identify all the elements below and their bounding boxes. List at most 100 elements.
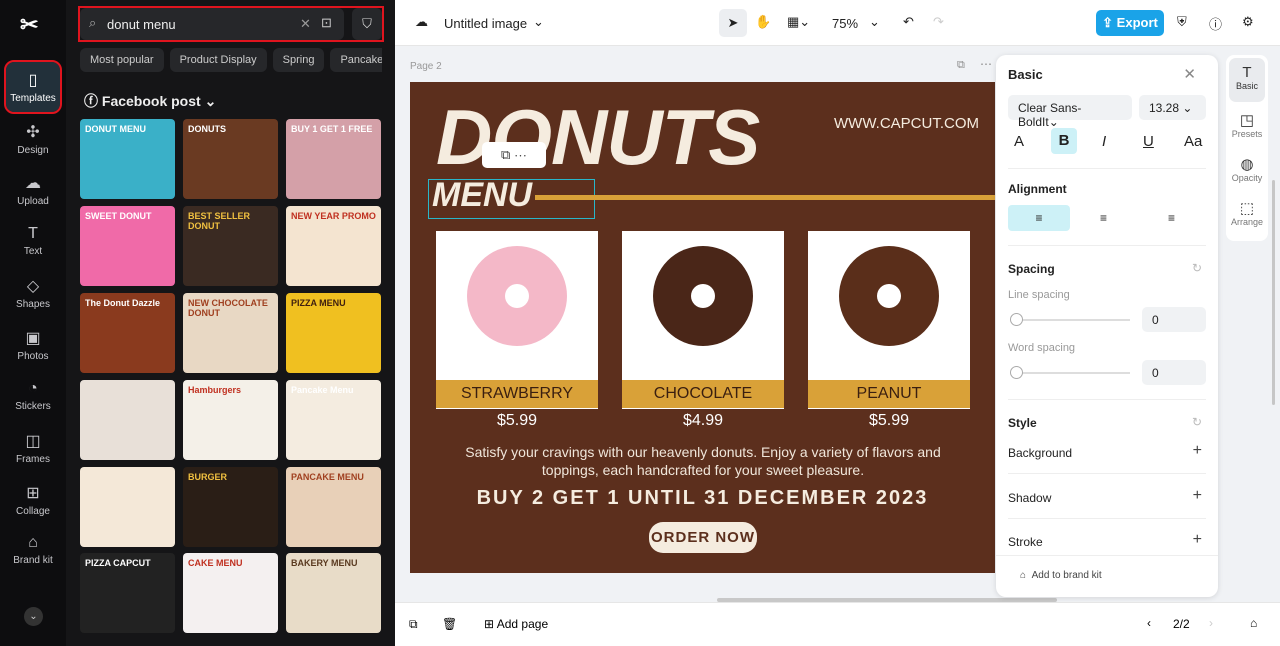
prev-page-icon[interactable]: ‹ [1147, 616, 1151, 630]
template-thumbnail[interactable]: NEW CHOCOLATE DONUT [183, 293, 278, 373]
section-dropdown[interactable]: ⓕ Facebook post ⌄ [84, 91, 216, 111]
document-title[interactable]: Untitled image [444, 16, 527, 31]
shield-icon[interactable]: ⛨ [1177, 14, 1187, 30]
website[interactable]: WWW.CAPCUT.COM [834, 115, 979, 132]
rail-frames[interactable]: ◫ Frames [6, 431, 60, 465]
bold-icon[interactable]: B [1051, 128, 1077, 154]
vertical-scrollbar[interactable] [1272, 180, 1275, 405]
add-shadow-icon[interactable]: + [1193, 487, 1202, 505]
undo-icon[interactable]: ↶ [903, 14, 914, 30]
page-more-icon[interactable]: ⋯ [980, 57, 992, 71]
italic-icon[interactable]: I [1102, 133, 1106, 150]
rail-shapes[interactable]: ◇ Shapes [6, 276, 60, 310]
template-thumbnail[interactable]: PANCAKE MENU [286, 467, 381, 547]
align-center-icon[interactable]: ≡ [1100, 211, 1107, 225]
add-page-button[interactable]: ⊞ Add page [484, 617, 548, 631]
word-spacing-slider[interactable] [1010, 366, 1130, 379]
rail-text[interactable]: T Text [6, 225, 60, 257]
chip[interactable]: Most popular [80, 48, 164, 72]
style-reset-icon[interactable]: ↻ [1192, 415, 1202, 429]
template-thumbnail[interactable]: BEST SELLER DONUT [183, 206, 278, 286]
select-tool-icon[interactable]: ➤ [719, 9, 747, 37]
add-background-icon[interactable]: + [1193, 442, 1202, 460]
tab-basic[interactable]: T Basic [1229, 58, 1265, 102]
zoom-level[interactable]: 75% [832, 16, 858, 31]
design-canvas[interactable]: DONUTS WWW.CAPCUT.COM MENU ⧉ ⋯ STRAWBERR… [410, 82, 995, 573]
template-thumbnail[interactable]: DONUT MENU [80, 119, 175, 199]
template-thumbnail[interactable]: PIZZA CAPCUT [80, 553, 175, 633]
chip[interactable]: Product Display [169, 48, 267, 72]
template-thumbnail[interactable]: CAKE MENU [183, 553, 278, 633]
tagline[interactable]: Satisfy your cravings with our heavenly … [460, 443, 946, 479]
rail-brand-kit[interactable]: ⌂ Brand kit [6, 534, 60, 566]
rail-design[interactable]: ✣ Design [6, 122, 60, 156]
template-thumbnail[interactable]: BAKERY MENU [286, 553, 381, 633]
delete-icon[interactable]: 🗑 [442, 617, 457, 631]
subhead-selected[interactable]: MENU [432, 176, 532, 215]
chip[interactable]: Spring [272, 48, 325, 72]
template-thumbnail[interactable]: Pancake Menu [286, 380, 381, 460]
chip[interactable]: Pancake [330, 48, 382, 72]
headline[interactable]: DONUTS [436, 92, 760, 183]
add-to-brand-kit[interactable]: ⌂ Add to brand kit [996, 555, 1218, 597]
word-spacing-input[interactable]: 0 [1142, 360, 1206, 385]
product-price[interactable]: $5.99 [436, 412, 598, 430]
template-thumbnail[interactable]: DONUTS [183, 119, 278, 199]
close-icon[interactable]: ✕ [1183, 65, 1196, 83]
template-thumbnail[interactable]: Hamburgers [183, 380, 278, 460]
chevron-down-icon[interactable]: ⌄ [533, 14, 544, 30]
redo-icon[interactable]: ↷ [933, 14, 944, 30]
rail-collage[interactable]: ⊞ Collage [6, 483, 60, 517]
tab-presets[interactable]: ◳ Presets [1226, 105, 1268, 149]
template-thumbnail[interactable]: NEW YEAR PROMO [286, 206, 381, 286]
filter-button[interactable]: ⛉ [352, 8, 382, 40]
tab-arrange[interactable]: ⬚ Arrange [1226, 193, 1268, 237]
page-duplicate-icon[interactable]: ⧉ [957, 59, 965, 72]
template-thumbnail[interactable]: The Donut Dazzle [80, 293, 175, 373]
capcut-logo[interactable]: ✂ [20, 12, 38, 38]
align-right-icon[interactable]: ≡ [1168, 211, 1175, 225]
product-name[interactable]: CHOCOLATE [622, 380, 784, 408]
product-name[interactable]: PEANUT [808, 380, 970, 408]
template-thumbnail[interactable] [80, 380, 175, 460]
duplicate-page-icon[interactable]: ⧉ [409, 617, 418, 632]
next-page-icon[interactable]: › [1209, 616, 1213, 630]
template-thumbnail[interactable] [80, 467, 175, 547]
product-price[interactable]: $4.99 [622, 412, 784, 430]
layout-icon[interactable]: ▦⌄ [787, 14, 810, 30]
add-stroke-icon[interactable]: + [1193, 531, 1202, 549]
promo[interactable]: BUY 2 GET 1 UNTIL 31 DECEMBER 2023 [410, 487, 995, 510]
line-spacing-input[interactable]: 0 [1142, 307, 1206, 332]
rail-templates[interactable]: ▯ Templates [4, 60, 62, 114]
rail-upload[interactable]: ☁ Upload [6, 173, 60, 207]
help-icon[interactable]: ⓘ [1209, 14, 1222, 33]
search-input[interactable]: ⌕ donut menu ✕ ⊡ [80, 8, 344, 40]
rail-stickers[interactable]: ◔ Stickers [6, 380, 60, 412]
tab-opacity[interactable]: ◍ Opacity [1226, 149, 1268, 193]
case-icon[interactable]: Aa [1184, 133, 1202, 150]
font-select[interactable]: Clear Sans-BoldIt⌄ [1008, 95, 1132, 129]
align-left-icon[interactable]: ≡ [1008, 205, 1070, 231]
text-color-icon[interactable]: A [1014, 133, 1024, 150]
product-name[interactable]: STRAWBERRY [436, 380, 598, 408]
expand-button[interactable]: ⌄ [24, 607, 43, 626]
template-thumbnail[interactable]: BURGER [183, 467, 278, 547]
product-price[interactable]: $5.99 [808, 412, 970, 430]
reset-icon[interactable]: ↻ [1192, 261, 1202, 275]
template-thumbnail[interactable]: BUY 1 GET 1 FREE [286, 119, 381, 199]
image-search-icon[interactable]: ⊡ [321, 15, 332, 31]
export-button[interactable]: ⇪ Export [1096, 10, 1164, 36]
rail-photos[interactable]: ▣ Photos [6, 328, 60, 362]
size-select[interactable]: 13.28 ⌄ [1139, 95, 1206, 120]
hand-tool-icon[interactable]: ✋ [755, 14, 771, 30]
zoom-chevron-icon[interactable]: ⌄ [869, 14, 880, 30]
line-spacing-slider[interactable] [1010, 313, 1130, 326]
template-thumbnail[interactable]: PIZZA MENU [286, 293, 381, 373]
clear-icon[interactable]: ✕ [300, 16, 311, 32]
element-toolbar[interactable]: ⧉ ⋯ [482, 142, 546, 168]
template-thumbnail[interactable]: SWEET DONUT [80, 206, 175, 286]
settings-icon[interactable]: ⚙ [1242, 14, 1254, 30]
layers-icon[interactable]: ⌂ [1250, 616, 1257, 630]
underline-icon[interactable]: U [1143, 133, 1154, 150]
order-now-button[interactable]: ORDER NOW [649, 522, 757, 553]
